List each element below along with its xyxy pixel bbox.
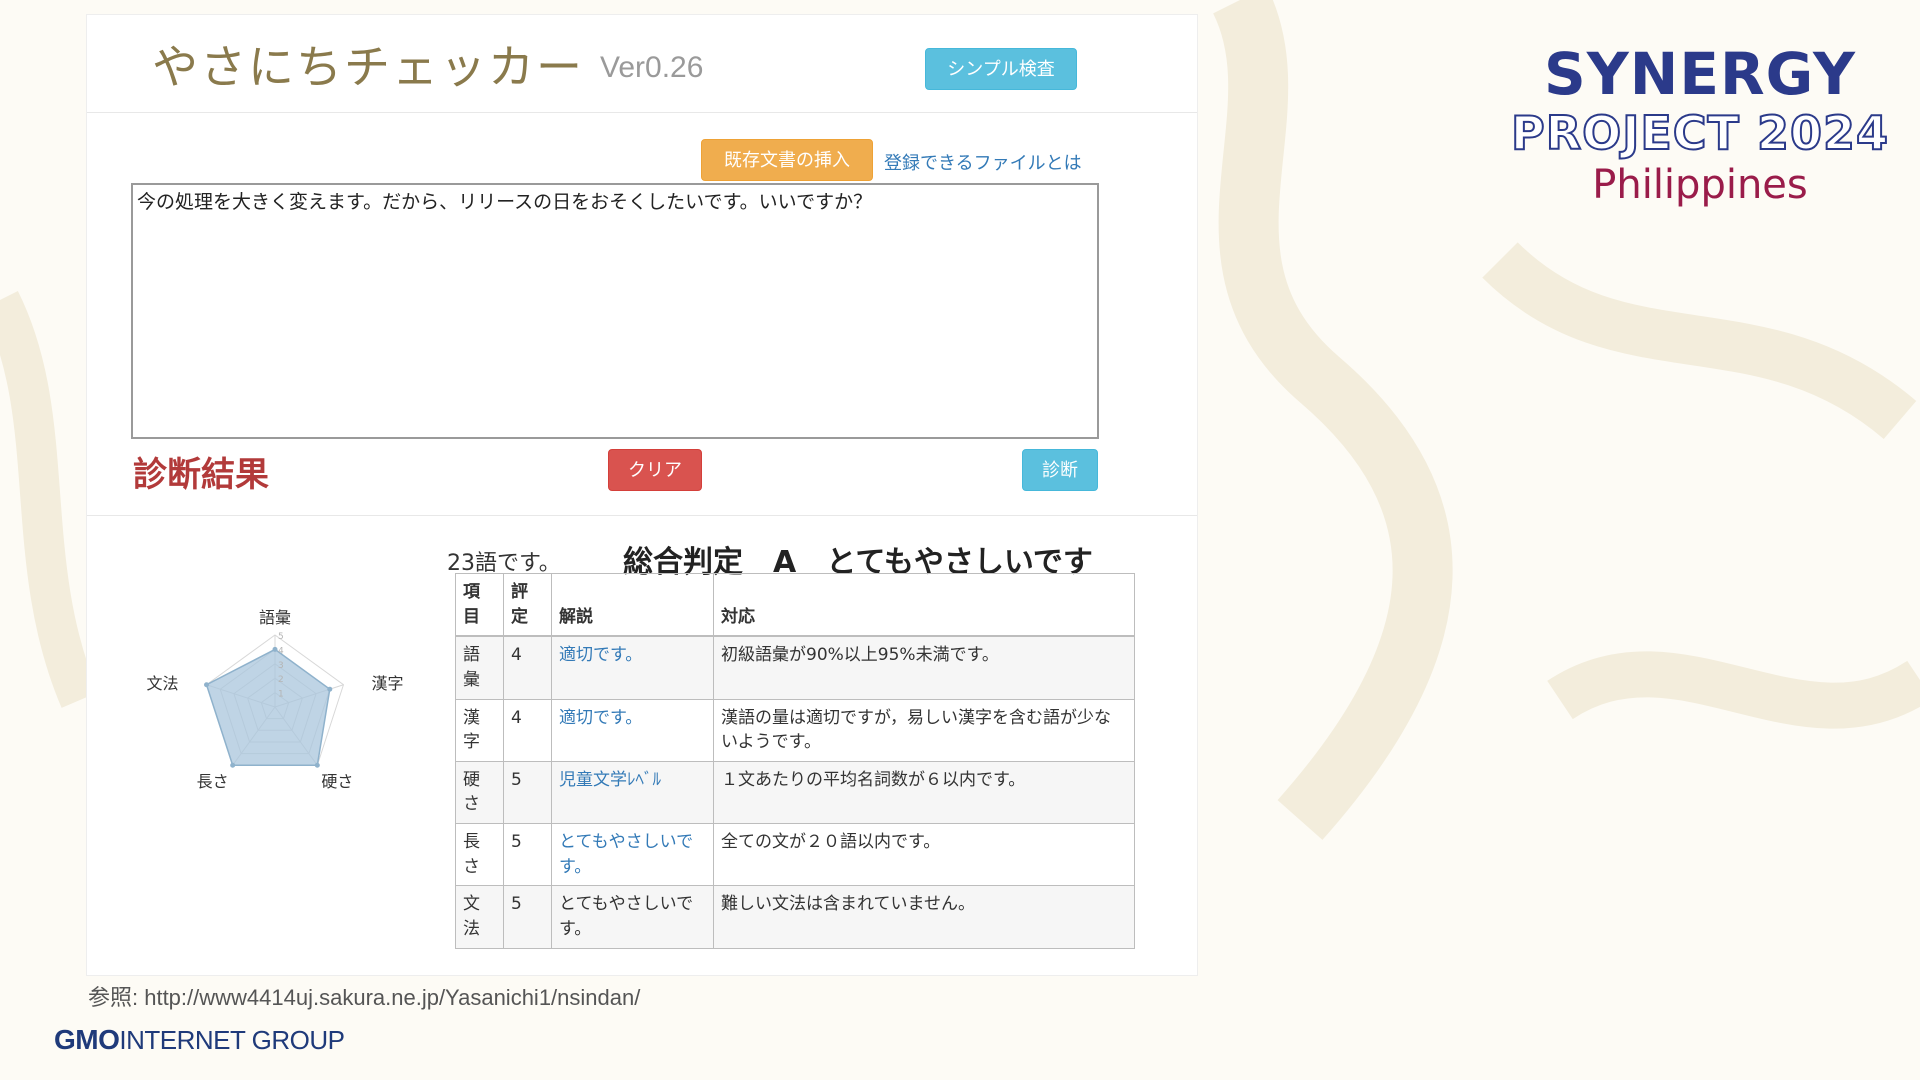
radar-chart: 1 2 3 4 5 語彙漢字硬さ 長さ 文法: [147, 608, 404, 791]
radar-axis-label: 語彙: [259, 608, 291, 627]
synergy-logo-line2: PROJECT 2024: [1510, 105, 1889, 161]
table-row: 語彙 4 適切です。 初級語彙が90%以上95%未満です。: [455, 635, 1135, 700]
gmo-logo-text: INTERNET GROUP: [119, 1025, 345, 1055]
diagnosis-title: 診断結果: [133, 455, 269, 495]
simple-check-button[interactable]: シンプル検査: [925, 48, 1077, 90]
radar-axis-label: 漢字: [371, 674, 403, 693]
cell-item: 文法: [455, 885, 504, 949]
radar-axis-label: 文法: [147, 674, 179, 693]
section-divider: [87, 515, 1197, 516]
cell-score: 5: [503, 823, 552, 887]
app-version: Ver0.26: [600, 51, 704, 84]
gmo-logo: GMOINTERNET GROUP: [54, 1024, 345, 1056]
cell-explanation[interactable]: とてもやさしいです。: [551, 823, 714, 887]
cell-response: 難しい文法は含まれていません。: [713, 885, 1135, 949]
radar-point: [327, 686, 333, 692]
cell-response: 全ての文が２０語以内です。: [713, 823, 1135, 887]
clear-button[interactable]: クリア: [608, 449, 702, 491]
radar-point: [314, 762, 320, 768]
synergy-logo-line1: SYNERGY: [1544, 40, 1856, 108]
cell-response: １文あたりの平均名詞数が６以内です。: [713, 760, 1135, 825]
reference-url: 参照: http://www4414uj.sakura.ne.jp/Yasani…: [88, 985, 641, 1010]
radar-data-area: [205, 648, 331, 766]
radar-point: [272, 646, 278, 652]
table-row: 長さ 5 とてもやさしいです。 全ての文が２０語以内です。: [455, 823, 1135, 887]
synergy-logo-line3: Philippines: [1592, 162, 1808, 208]
cell-explanation[interactable]: 適切です。: [551, 635, 714, 700]
header-explanation: 解説: [551, 573, 714, 638]
header-score: 評定: [503, 573, 552, 638]
radar-scale-label: 2: [278, 675, 284, 685]
cell-score: 4: [503, 635, 552, 700]
radar-axis-label: 硬さ: [321, 772, 353, 791]
radar-scale-label: 1: [278, 690, 284, 700]
header-response: 対応: [713, 573, 1135, 638]
cell-explanation[interactable]: 児童文学ﾚﾍﾞﾙ: [551, 760, 714, 825]
registrable-files-link[interactable]: 登録できるファイルとは: [884, 149, 1082, 175]
table-row: 漢字 4 適切です。 漢語の量は適切ですが，易しい漢字を含む語が少ないようです。: [455, 698, 1135, 762]
cell-response: 初級語彙が90%以上95%未満です。: [713, 635, 1135, 700]
radar-scale-label: 4: [278, 646, 284, 656]
synergy-project-logo: SYNERGY PROJECT 2024 Philippines: [1500, 40, 1900, 208]
table-header-row: 項目 評定 解説 対応: [455, 573, 1135, 638]
radar-axis-label: 長さ: [197, 772, 229, 791]
app-header: やさにちチェッカー Ver0.26 シンプル検査: [87, 15, 1197, 113]
cell-response: 漢語の量は適切ですが，易しい漢字を含む語が少ないようです。: [713, 698, 1135, 762]
app-title: やさにちチェッカー: [152, 40, 584, 94]
header-item: 項目: [455, 573, 504, 638]
insert-document-button[interactable]: 既存文書の挿入: [701, 139, 873, 181]
result-table: 項目 評定 解説 対応 語彙 4 適切です。 初級語彙が90%以上95%未満です。 漢字…: [455, 573, 1135, 949]
radar-point: [204, 682, 210, 688]
radar-scale-label: 3: [278, 661, 284, 671]
diagnose-button[interactable]: 診断: [1022, 449, 1098, 491]
radar-scale-label: 5: [278, 632, 284, 642]
gmo-logo-mark: GMO: [54, 1024, 120, 1055]
cell-item: 語彙: [455, 635, 504, 700]
cell-item: 長さ: [455, 823, 504, 887]
table-row: 硬さ 5 児童文学ﾚﾍﾞﾙ １文あたりの平均名詞数が６以内です。: [455, 760, 1135, 825]
cell-item: 漢字: [455, 698, 504, 762]
cell-explanation: とてもやさしいです。: [551, 885, 714, 949]
radar-point: [230, 762, 236, 768]
table-row: 文法 5 とてもやさしいです。 難しい文法は含まれていません。: [455, 885, 1135, 949]
cell-explanation[interactable]: 適切です。: [551, 698, 714, 762]
cell-score: 5: [503, 885, 552, 949]
cell-score: 4: [503, 698, 552, 762]
text-input-area[interactable]: 今の処理を大きく変えます。だから、リリースの日をおそくしたいです。いいですか？: [131, 183, 1099, 439]
app-panel: やさにちチェッカー Ver0.26 シンプル検査 既存文書の挿入 登録できるファ…: [86, 14, 1198, 976]
cell-score: 5: [503, 760, 552, 825]
cell-item: 硬さ: [455, 760, 504, 825]
